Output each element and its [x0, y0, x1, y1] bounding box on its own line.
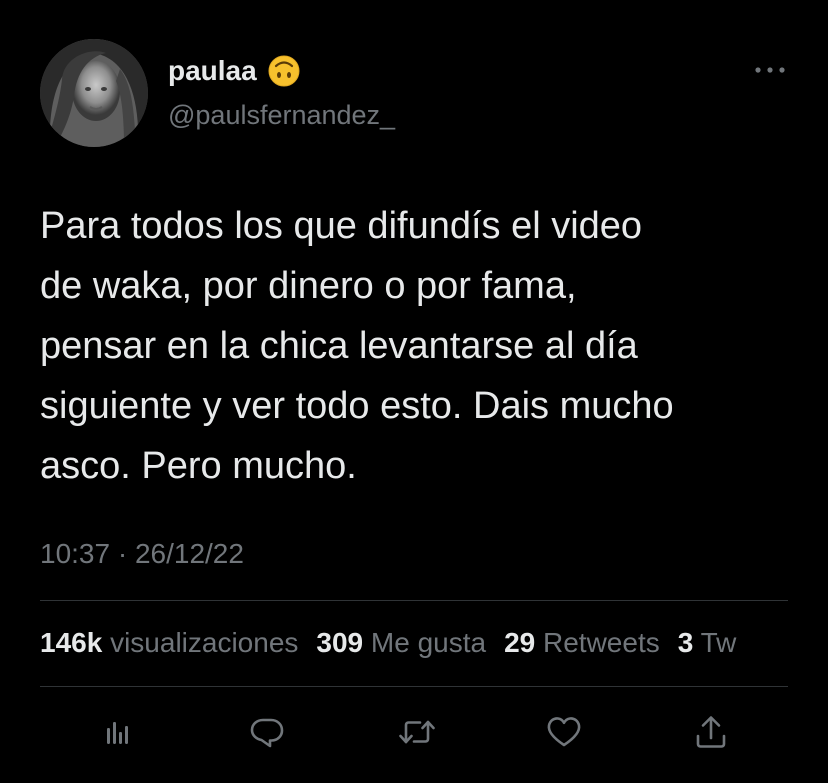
tweet-text: Para todos los que difundís el video de … [40, 205, 674, 487]
divider [40, 686, 788, 687]
author-handle[interactable]: @paulsfernandez_ [168, 98, 395, 132]
avatar-photo [40, 39, 148, 147]
like-button[interactable] [542, 710, 586, 754]
avatar[interactable] [40, 39, 148, 147]
share-button[interactable] [689, 710, 733, 754]
upside-down-face-icon [268, 55, 300, 87]
author-name-row[interactable]: paulaa [168, 54, 301, 88]
reply-button[interactable] [245, 710, 289, 754]
analytics-icon [107, 722, 128, 744]
likes-label: Me gusta [370, 627, 487, 658]
share-icon [696, 716, 726, 748]
views-stat[interactable]: 146k visualizaciones [40, 627, 298, 658]
tweet-stats: 146k visualizaciones 309 Me gusta 29 Retwe… [40, 624, 828, 664]
likes-count: 309 [316, 627, 364, 658]
more-options-button[interactable] [748, 58, 792, 82]
views-label: visualizaciones [110, 627, 299, 658]
ellipsis-icon [755, 67, 785, 73]
analytics-button[interactable] [96, 710, 140, 754]
action-bar [0, 710, 828, 760]
reply-icon [250, 718, 284, 748]
quotes-count: 3 [677, 627, 694, 658]
display-name[interactable]: paulaa [168, 54, 257, 88]
likes-stat[interactable]: 309 Me gusta [316, 627, 486, 658]
retweet-button[interactable] [395, 710, 439, 754]
like-icon [547, 717, 581, 747]
tweet-timestamp[interactable]: 10:37 · 26/12/22 [40, 536, 244, 572]
retweets-label: Retweets [543, 627, 660, 658]
quotes-label: Tw [700, 627, 737, 658]
divider [40, 600, 788, 601]
retweets-count: 29 [504, 627, 536, 658]
tweet-card: paulaa @paulsfernandez_ Para todos los q… [0, 0, 828, 783]
views-count: 146k [40, 627, 103, 658]
retweets-stat[interactable]: 29 Retweets [504, 627, 660, 658]
quotes-stat[interactable]: 3 Tw [678, 627, 737, 658]
retweet-icon [399, 720, 435, 744]
